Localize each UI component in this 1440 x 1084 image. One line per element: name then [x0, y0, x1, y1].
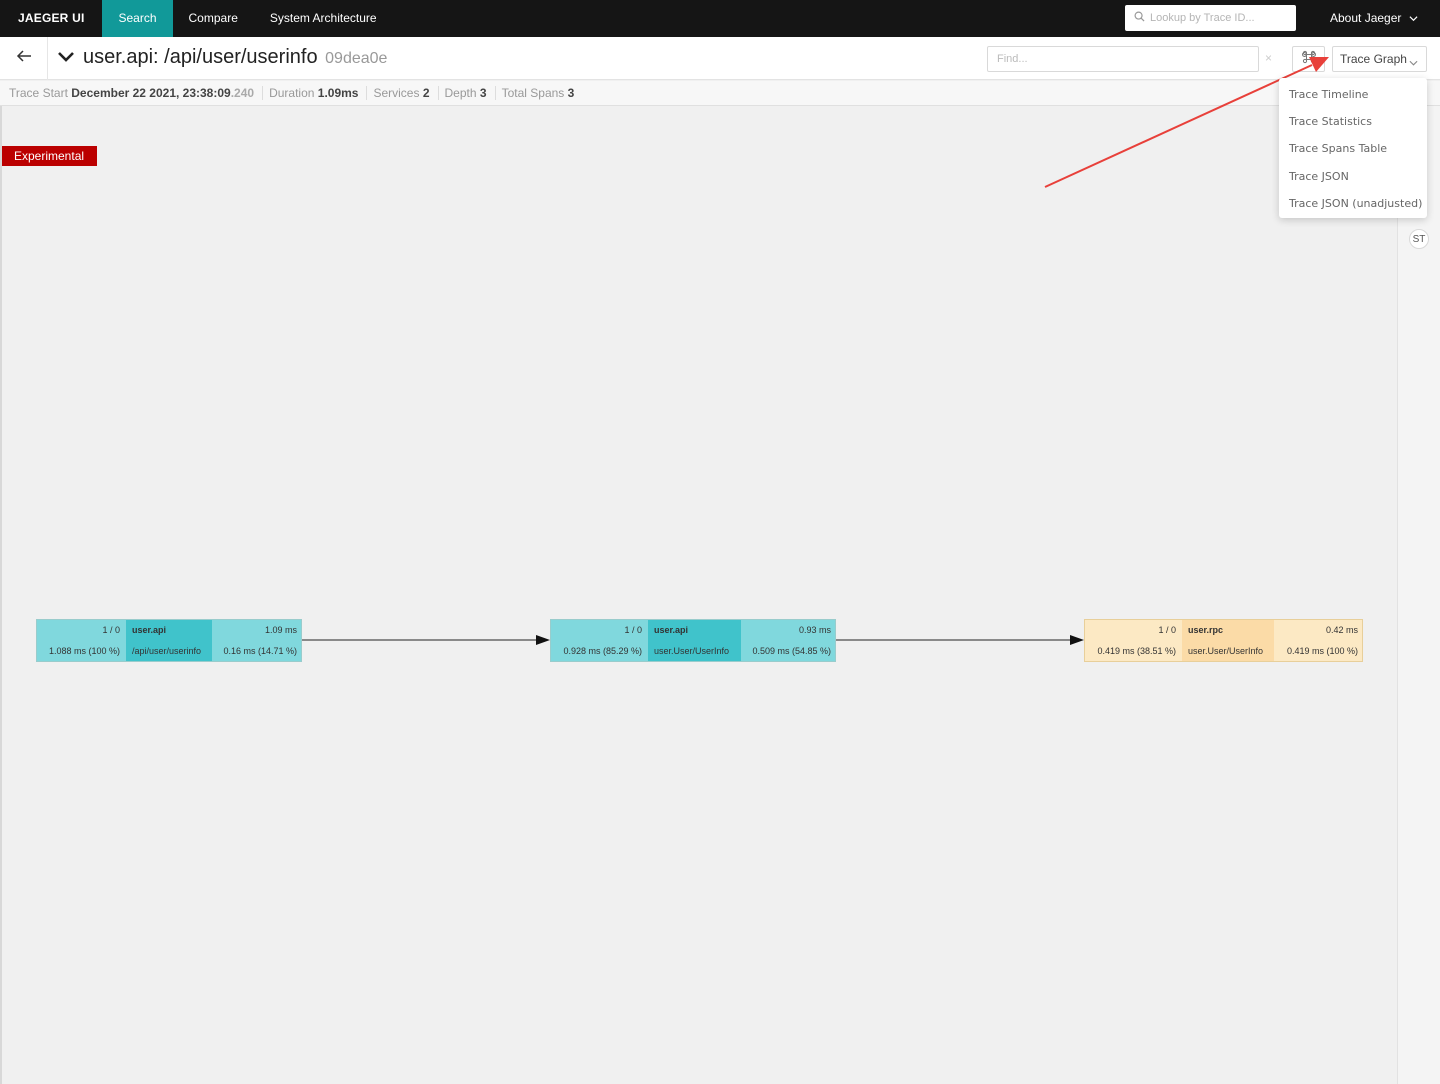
summary-services: Services 2 [373, 86, 439, 100]
view-select-value: Trace Graph [1340, 52, 1407, 66]
keyboard-shortcuts-button[interactable] [1292, 46, 1325, 72]
graph-node[interactable]: 1 / 0 user.api 1.09 ms 1.088 ms (100 %) … [36, 619, 302, 662]
summary-depth: Depth 3 [445, 86, 496, 100]
nav-compare[interactable]: Compare [173, 0, 254, 37]
trace-name: user.api: /api/user/userinfo [83, 46, 318, 68]
command-key-icon [1301, 50, 1316, 69]
trace-start-ms: .240 [230, 86, 255, 100]
service-time-toggle[interactable]: ST [1409, 229, 1429, 249]
menu-item-trace-spans-table[interactable]: Trace Spans Table [1279, 135, 1427, 162]
trace-lookup-input[interactable] [1150, 12, 1290, 24]
trace-header: user.api: /api/user/userinfo 09dea0e × T… [0, 37, 1440, 80]
find-box[interactable] [987, 46, 1259, 72]
node-self-time: 0.509 ms (54.85 %) [752, 645, 831, 656]
trace-title: user.api: /api/user/userinfo 09dea0e [83, 46, 387, 69]
node-count: 1 / 0 [624, 625, 642, 635]
view-select[interactable]: Trace Graph [1332, 46, 1427, 72]
brand-logo[interactable]: JAEGER UI [0, 0, 102, 37]
trace-start-label: Trace Start [9, 86, 68, 100]
node-operation: user.User/UserInfo [648, 640, 741, 661]
duration-label: Duration [269, 86, 315, 100]
services-value: 2 [422, 86, 430, 100]
nav-search[interactable]: Search [102, 0, 173, 37]
duration-value: 1.09ms [317, 86, 359, 100]
back-button[interactable] [0, 37, 48, 80]
depth-label: Depth [444, 86, 477, 100]
node-self-time: 0.16 ms (14.71 %) [223, 645, 297, 656]
top-nav: JAEGER UI Search Compare System Architec… [0, 0, 1440, 37]
services-label: Services [373, 86, 420, 100]
graph-node[interactable]: 1 / 0 user.rpc 0.42 ms 0.419 ms (38.51 %… [1084, 619, 1363, 662]
nav-system-architecture[interactable]: System Architecture [254, 0, 393, 37]
trace-summary: Trace Start December 22 2021, 23:38:09.2… [0, 81, 1440, 106]
about-jaeger-label: About Jaeger [1330, 11, 1402, 25]
node-self-time: 0.419 ms (100 %) [1286, 645, 1358, 656]
trace-graph-canvas[interactable] [0, 106, 1397, 1084]
node-total-time: 1.09 ms [264, 625, 297, 635]
total-spans-value: 3 [567, 86, 575, 100]
menu-item-trace-statistics[interactable]: Trace Statistics [1279, 108, 1427, 135]
arrow-left-icon [16, 49, 32, 68]
node-service: user.api [126, 620, 212, 641]
view-dropdown-menu: Trace Timeline Trace Statistics Trace Sp… [1279, 78, 1427, 218]
collapse-chevron-icon[interactable] [57, 50, 75, 69]
menu-item-trace-json-unadjusted[interactable]: Trace JSON (unadjusted) [1279, 190, 1427, 217]
node-count: 1 / 0 [1158, 625, 1176, 635]
chevron-down-icon [1405, 11, 1418, 25]
node-total-detail: 1.088 ms (100 %) [48, 645, 120, 656]
search-icon [1134, 9, 1145, 27]
node-operation: user.User/UserInfo [1182, 640, 1274, 661]
node-service: user.rpc [1182, 620, 1274, 641]
summary-total-spans: Total Spans 3 [502, 86, 583, 100]
depth-value: 3 [479, 86, 487, 100]
menu-item-trace-timeline[interactable]: Trace Timeline [1279, 81, 1427, 108]
chevron-down-icon [1409, 55, 1418, 69]
node-service: user.api [648, 620, 741, 641]
summary-trace-start: Trace Start December 22 2021, 23:38:09.2… [9, 86, 264, 100]
summary-duration: Duration 1.09ms [269, 86, 368, 100]
trace-lookup[interactable] [1125, 5, 1296, 31]
experimental-badge: Experimental [2, 146, 97, 166]
trace-start-value: December 22 2021, 23:38:09 [71, 86, 231, 100]
node-count: 1 / 0 [102, 625, 120, 635]
clear-find-icon[interactable]: × [1265, 51, 1272, 65]
node-total-detail: 0.928 ms (85.29 %) [563, 645, 642, 656]
trace-id: 09dea0e [325, 50, 388, 67]
graph-node[interactable]: 1 / 0 user.api 0.93 ms 0.928 ms (85.29 %… [550, 619, 836, 662]
total-spans-label: Total Spans [501, 86, 565, 100]
node-total-time: 0.42 ms [1325, 625, 1358, 635]
menu-item-trace-json[interactable]: Trace JSON [1279, 163, 1427, 190]
node-total-time: 0.93 ms [798, 625, 831, 635]
about-jaeger-menu[interactable]: About Jaeger [1330, 0, 1418, 37]
node-operation: /api/user/userinfo [126, 640, 212, 661]
find-input[interactable] [988, 47, 1238, 71]
node-total-detail: 0.419 ms (38.51 %) [1097, 645, 1176, 656]
graph-controls-rail [1397, 106, 1440, 1084]
